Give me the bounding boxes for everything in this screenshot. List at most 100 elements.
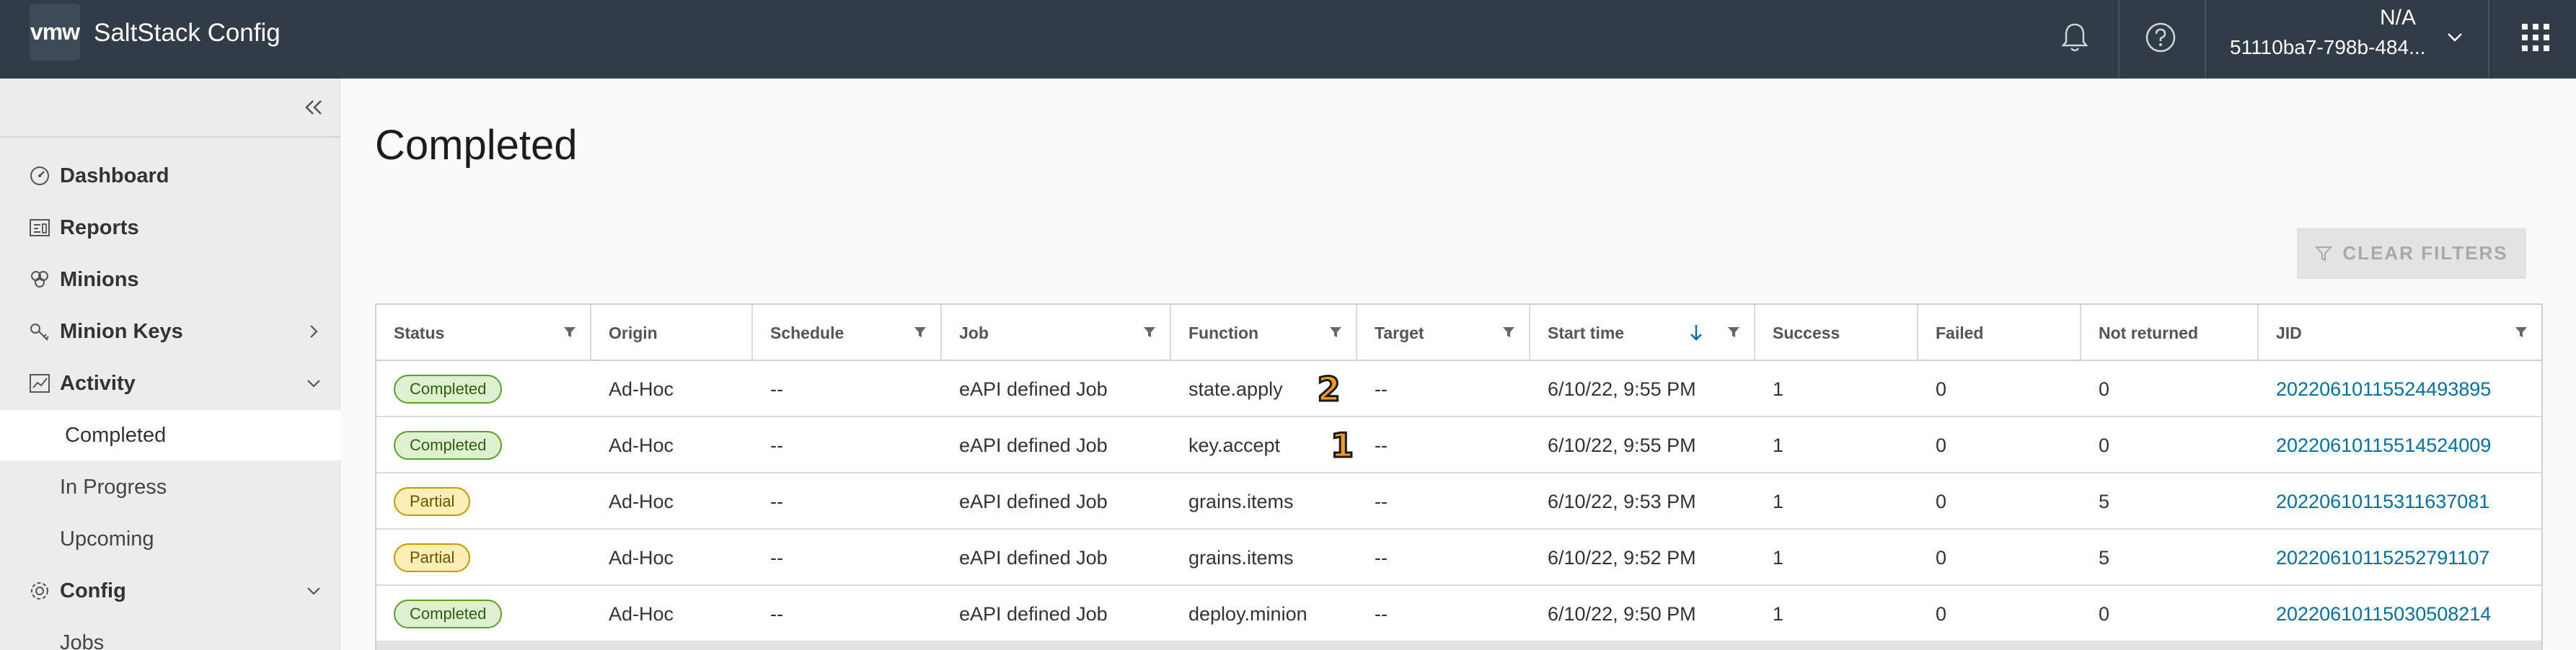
status-badge: Partial: [394, 487, 471, 516]
column-label: JID: [2276, 323, 2302, 342]
start-time-cell: 6/10/22, 9:53 PM: [1548, 490, 1696, 512]
table-row[interactable]: Completed Ad-Hoc -- eAPI defined Job sta…: [376, 361, 2541, 417]
horizontal-scrollbar[interactable]: [376, 641, 2541, 650]
jid-link[interactable]: 20220610115524493895: [2259, 361, 2491, 417]
function-cell: state.apply 2: [1171, 361, 1341, 417]
job-cell: eAPI defined Job: [959, 434, 1108, 456]
job-cell: eAPI defined Job: [959, 490, 1108, 512]
schedule-cell: --: [770, 546, 783, 569]
table-row[interactable]: Partial Ad-Hoc -- eAPI defined Job grain…: [376, 530, 2541, 586]
table-row[interactable]: Partial Ad-Hoc -- eAPI defined Job grain…: [376, 473, 2541, 530]
column-header-success[interactable]: Success: [1755, 305, 1918, 361]
gear-icon: [27, 579, 52, 603]
function-cell: key.accept 1: [1171, 417, 1355, 473]
column-header-start-time[interactable]: Start time: [1530, 305, 1755, 361]
column-header-origin[interactable]: Origin: [591, 305, 753, 361]
column-label: Failed: [1936, 323, 1984, 342]
sidebar-subitem-upcoming[interactable]: Upcoming: [0, 514, 340, 564]
filter-icon[interactable]: [563, 325, 577, 339]
jobs-table: Status Origin Schedule Job Function Targ…: [375, 303, 2543, 650]
column-header-jid[interactable]: JID: [2259, 305, 2541, 361]
sort-descending-icon[interactable]: [1689, 324, 1703, 342]
sidebar-item-config[interactable]: Config: [0, 566, 340, 616]
sidebar-item-label: Minions: [60, 267, 139, 291]
sidebar-subitem-jobs[interactable]: Jobs: [0, 618, 340, 650]
function-cell: grains.items: [1188, 546, 1294, 569]
column-header-status[interactable]: Status: [376, 305, 591, 361]
sidebar-item-label: Config: [60, 579, 126, 602]
bell-icon[interactable]: [2053, 16, 2096, 59]
column-header-schedule[interactable]: Schedule: [753, 305, 942, 361]
column-header-target[interactable]: Target: [1357, 305, 1530, 361]
filter-icon[interactable]: [913, 325, 927, 339]
failed-cell: 0: [1936, 602, 1947, 625]
app-title[interactable]: SaltStack Config: [94, 19, 281, 48]
header-divider: [2205, 0, 2206, 79]
column-label: Not returned: [2099, 323, 2198, 342]
user-id[interactable]: 51110ba7-798b-484...: [2230, 36, 2425, 59]
not-returned-cell: 0: [2099, 378, 2110, 400]
success-cell: 1: [1773, 378, 1784, 400]
chevron-down-icon: [301, 371, 326, 396]
header-divider: [2118, 0, 2120, 79]
sidebar-item-activity[interactable]: Activity: [0, 358, 340, 409]
sidebar-item-minions[interactable]: Minions: [0, 254, 340, 305]
status-cell: Completed: [376, 417, 503, 473]
function-cell: grains.items: [1188, 490, 1294, 512]
status-cell: Completed: [376, 361, 503, 417]
activity-icon: [27, 371, 52, 396]
failed-cell: 0: [1936, 434, 1947, 456]
start-time-cell: 6/10/22, 9:52 PM: [1548, 546, 1696, 569]
jid-link[interactable]: 20220610115252791107: [2259, 530, 2489, 586]
table-row[interactable]: Completed Ad-Hoc -- eAPI defined Job key…: [376, 417, 2541, 473]
column-header-job[interactable]: Job: [942, 305, 1171, 361]
origin-cell: Ad-Hoc: [609, 378, 674, 400]
job-cell: eAPI defined Job: [959, 546, 1108, 569]
origin-cell: Ad-Hoc: [609, 546, 674, 569]
jid-link[interactable]: 20220610115030508214: [2259, 586, 2491, 642]
sidebar-item-minion-keys[interactable]: Minion Keys: [0, 306, 340, 357]
start-time-cell: 6/10/22, 9:50 PM: [1548, 602, 1696, 625]
collapse-sidebar-icon[interactable]: [298, 92, 330, 123]
job-cell: eAPI defined Job: [959, 378, 1108, 400]
filter-icon[interactable]: [2514, 325, 2528, 339]
divider: [0, 136, 340, 138]
sidebar-subitem-label: Completed: [65, 423, 167, 447]
status-cell: Partial: [376, 473, 471, 530]
sidebar-item-dashboard[interactable]: Dashboard: [0, 151, 340, 201]
function-cell: deploy.minion: [1188, 602, 1307, 625]
jid-link[interactable]: 20220610115514524009: [2259, 417, 2491, 473]
sidebar-subitem-completed[interactable]: Completed: [0, 410, 340, 460]
status-cell: Completed: [376, 586, 503, 642]
chevron-right-icon: [301, 319, 326, 344]
column-header-function[interactable]: Function: [1171, 305, 1357, 361]
user-name[interactable]: N/A: [2380, 6, 2416, 30]
app-grid-icon[interactable]: [2514, 16, 2557, 59]
not-returned-cell: 0: [2099, 434, 2110, 456]
chevron-down-icon: [301, 579, 326, 603]
column-header-failed[interactable]: Failed: [1918, 305, 2081, 361]
status-badge: Partial: [394, 543, 471, 572]
filter-icon[interactable]: [1726, 325, 1741, 339]
jid-link[interactable]: 20220610115311637081: [2259, 473, 2489, 530]
help-icon[interactable]: [2139, 16, 2182, 59]
sidebar-item-reports[interactable]: Reports: [0, 202, 340, 253]
dashboard-icon: [27, 164, 52, 188]
vmware-logo[interactable]: vmw: [30, 4, 80, 61]
sidebar: Dashboard Reports Minions Minion Keys Ac…: [0, 79, 340, 650]
clear-filters-button[interactable]: CLEAR FILTERS: [2297, 228, 2526, 279]
filter-icon[interactable]: [1501, 325, 1516, 339]
column-label: Job: [959, 323, 989, 342]
filter-icon[interactable]: [1142, 325, 1157, 339]
column-header-not-returned[interactable]: Not returned: [2081, 305, 2259, 361]
sidebar-subitem-in-progress[interactable]: In Progress: [0, 462, 340, 512]
filter-icon[interactable]: [1328, 325, 1343, 339]
chevron-down-icon[interactable]: [2433, 16, 2476, 59]
table-row[interactable]: Completed Ad-Hoc -- eAPI defined Job dep…: [376, 586, 2541, 642]
not-returned-cell: 0: [2099, 602, 2110, 625]
target-cell: --: [1375, 490, 1388, 512]
sidebar-item-label: Dashboard: [60, 164, 169, 187]
schedule-cell: --: [770, 602, 783, 625]
function-label: state.apply: [1188, 378, 1283, 400]
status-badge: Completed: [394, 375, 503, 404]
